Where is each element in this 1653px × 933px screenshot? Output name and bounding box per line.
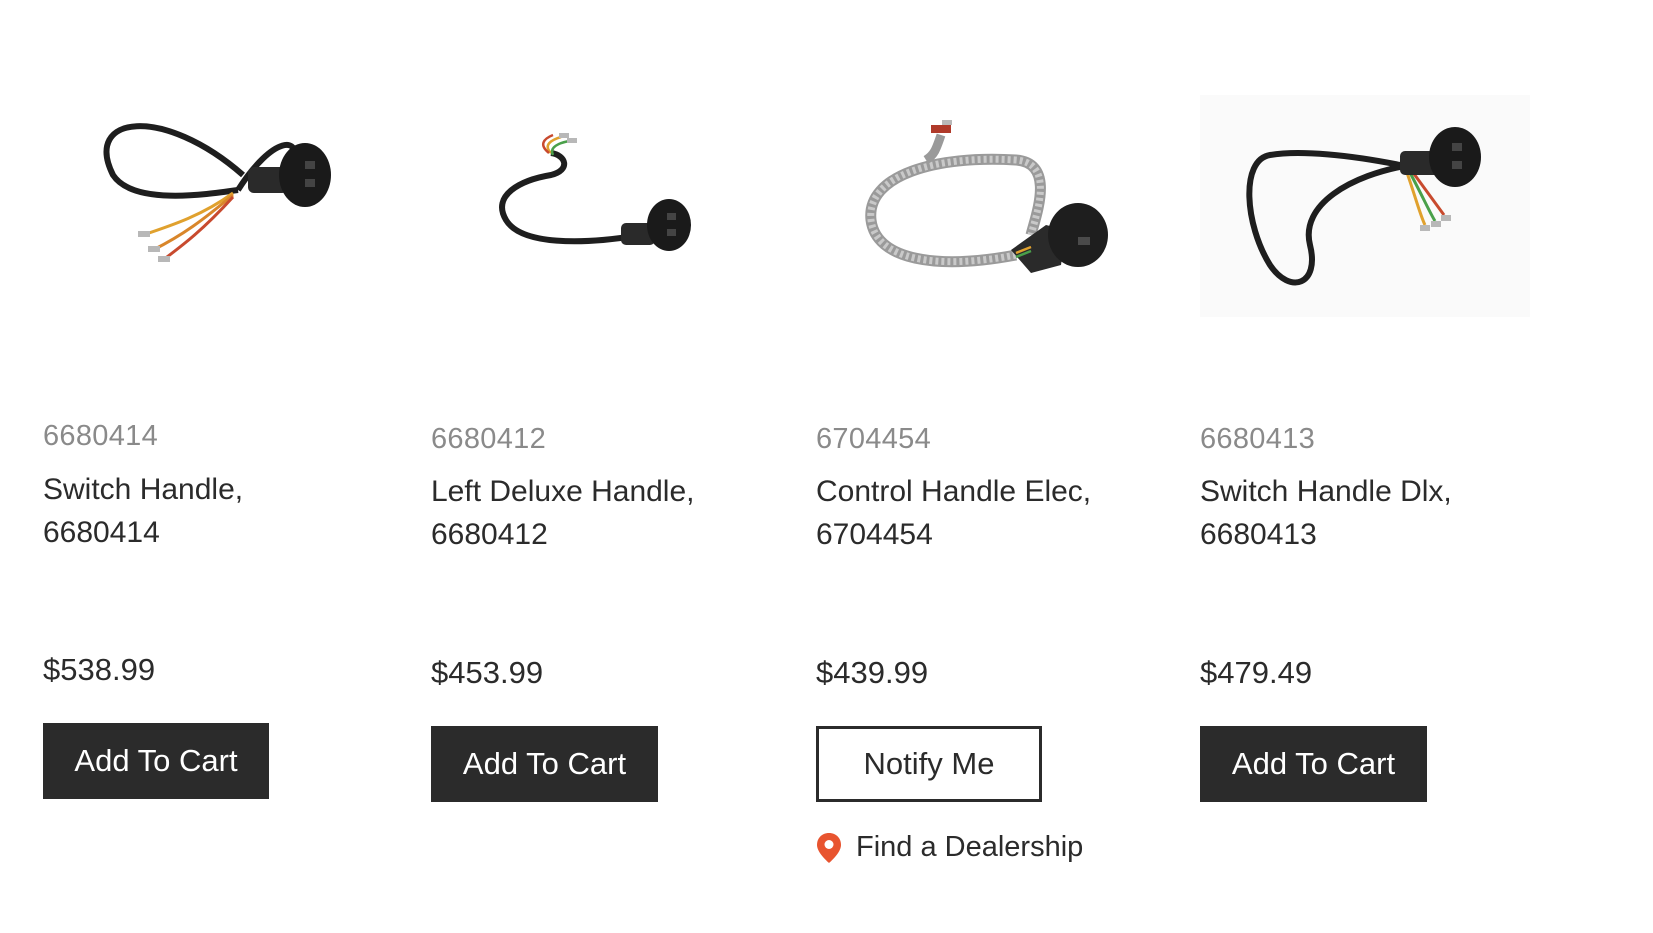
product-card: 6680414 Switch Handle, 6680414 $538.99 A… bbox=[43, 0, 403, 933]
product-image[interactable] bbox=[43, 95, 383, 325]
product-title-line: Switch Handle Dlx, bbox=[1200, 475, 1452, 508]
product-card: 6680413 Switch Handle Dlx, 6680413 $479.… bbox=[1200, 0, 1560, 933]
product-title[interactable]: Switch Handle Dlx, 6680413 bbox=[1200, 470, 1530, 556]
notify-me-button[interactable]: Notify Me bbox=[816, 726, 1042, 802]
add-to-cart-button[interactable]: Add To Cart bbox=[43, 723, 269, 799]
product-sku: 6680414 bbox=[43, 420, 158, 452]
product-price: $479.49 bbox=[1200, 655, 1313, 690]
add-to-cart-button[interactable]: Add To Cart bbox=[431, 726, 658, 802]
cable-harness-image bbox=[1246, 127, 1481, 286]
product-title-line: 6680412 bbox=[431, 518, 548, 551]
product-title[interactable]: Left Deluxe Handle, 6680412 bbox=[431, 470, 761, 556]
product-price: $538.99 bbox=[43, 652, 156, 687]
product-price: $439.99 bbox=[816, 655, 929, 690]
product-image[interactable] bbox=[816, 95, 1156, 325]
product-title[interactable]: Control Handle Elec, 6704454 bbox=[816, 470, 1146, 556]
cable-harness-image bbox=[499, 133, 691, 251]
add-to-cart-button[interactable]: Add To Cart bbox=[1200, 726, 1427, 802]
product-price: $453.99 bbox=[431, 655, 544, 690]
find-dealership-link[interactable]: Find a Dealership bbox=[816, 831, 1083, 864]
product-title-line: Control Handle Elec, bbox=[816, 475, 1092, 508]
product-title-line: 6680414 bbox=[43, 516, 160, 549]
product-sku: 6704454 bbox=[816, 423, 931, 455]
cable-harness-image bbox=[103, 123, 331, 262]
product-title-line: 6704454 bbox=[816, 518, 933, 551]
product-image[interactable] bbox=[1200, 95, 1530, 317]
product-image[interactable] bbox=[431, 95, 771, 325]
product-card: 6680412 Left Deluxe Handle, 6680412 $453… bbox=[431, 0, 791, 933]
product-sku: 6680413 bbox=[1200, 423, 1315, 455]
product-title-line: Left Deluxe Handle, bbox=[431, 475, 695, 508]
product-sku: 6680412 bbox=[431, 423, 546, 455]
product-title-line: 6680413 bbox=[1200, 518, 1317, 551]
find-dealership-label: Find a Dealership bbox=[856, 831, 1084, 863]
product-title[interactable]: Switch Handle, 6680414 bbox=[43, 468, 373, 554]
product-title-line: Switch Handle, bbox=[43, 473, 244, 506]
map-pin-icon bbox=[817, 832, 841, 863]
cable-harness-image bbox=[865, 120, 1108, 273]
product-card: 6704454 Control Handle Elec, 6704454 $43… bbox=[816, 0, 1176, 933]
